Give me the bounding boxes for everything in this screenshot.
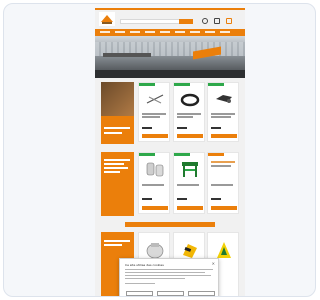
- shop-website: [95, 8, 245, 296]
- cookie-settings-button[interactable]: [126, 291, 153, 296]
- category-products-section: [101, 152, 239, 216]
- product-title: [211, 161, 235, 163]
- nav-item[interactable]: [220, 31, 230, 33]
- cookie-text: [125, 275, 211, 277]
- status-badge: [208, 83, 224, 86]
- promo-text: [104, 159, 130, 161]
- add-to-cart-button[interactable]: [142, 206, 168, 210]
- product-image: [216, 95, 232, 103]
- cart-icon[interactable]: [226, 18, 232, 24]
- status-badge: [139, 153, 155, 156]
- product-title: [211, 165, 231, 167]
- add-to-cart-button[interactable]: [177, 134, 203, 138]
- promo-button[interactable]: [104, 132, 122, 134]
- screenshot-frame: Ce site utilise des cookies ✕: [3, 3, 316, 297]
- promo-text: [104, 127, 130, 129]
- product-card[interactable]: [173, 82, 205, 142]
- product-title: [177, 184, 199, 186]
- product-image: [146, 94, 164, 104]
- featured-products-section: [101, 82, 239, 144]
- cookie-accept-button[interactable]: [188, 291, 215, 296]
- hero-floor: [95, 70, 245, 78]
- product-card[interactable]: [207, 152, 239, 214]
- add-to-cart-button[interactable]: [211, 134, 237, 138]
- promo-block[interactable]: [101, 152, 134, 216]
- product-card[interactable]: [138, 82, 170, 142]
- store-logo[interactable]: [99, 12, 115, 26]
- nav-item[interactable]: [100, 31, 110, 33]
- product-price: [142, 198, 152, 200]
- product-card[interactable]: [138, 152, 170, 214]
- add-to-cart-button[interactable]: [211, 206, 237, 210]
- heart-icon[interactable]: [214, 18, 220, 24]
- product-price: [177, 198, 187, 200]
- product-card[interactable]: [207, 82, 239, 142]
- product-price: [142, 127, 152, 129]
- view-all-button[interactable]: [125, 222, 215, 227]
- product-title: [177, 113, 201, 115]
- nav-item[interactable]: [175, 31, 185, 33]
- promo-image: [101, 82, 134, 116]
- status-badge: [174, 83, 190, 86]
- cookie-banner: Ce site utilise des cookies ✕: [119, 258, 219, 296]
- product-image: [182, 162, 198, 177]
- status-badge: [174, 153, 190, 156]
- product-title: [211, 184, 233, 186]
- product-title: [211, 113, 235, 115]
- top-accent-bar: [95, 8, 245, 10]
- promo-text: [104, 244, 122, 246]
- cookie-text: [125, 278, 185, 280]
- add-to-cart-button[interactable]: [177, 206, 203, 210]
- product-title: [142, 113, 166, 115]
- product-price: [211, 198, 221, 200]
- cookie-banner-title: Ce site utilise des cookies: [125, 263, 164, 267]
- nav-item[interactable]: [130, 31, 140, 33]
- product-image: [180, 93, 200, 107]
- nav-item[interactable]: [205, 31, 215, 33]
- main-nav: [95, 29, 245, 36]
- cookie-reject-button[interactable]: [157, 291, 184, 296]
- promo-text: [104, 171, 120, 173]
- hero-banner[interactable]: [95, 36, 245, 78]
- product-title: [177, 116, 193, 118]
- user-icon[interactable]: [202, 18, 208, 24]
- nav-item[interactable]: [115, 31, 125, 33]
- product-price: [211, 127, 221, 129]
- product-title: [142, 184, 164, 186]
- promo-text: [104, 240, 130, 242]
- nav-item[interactable]: [145, 31, 155, 33]
- cookie-text: [125, 283, 155, 285]
- nav-item[interactable]: [190, 31, 200, 33]
- product-image: [146, 162, 164, 177]
- status-badge: [139, 83, 155, 86]
- product-price: [177, 127, 187, 129]
- status-badge: [208, 153, 224, 156]
- search-button[interactable]: [179, 19, 193, 24]
- hero-crane: [103, 53, 151, 57]
- product-title: [211, 116, 231, 118]
- promo-block[interactable]: [101, 82, 134, 144]
- cookie-text: [125, 269, 213, 271]
- search-input[interactable]: [120, 19, 186, 24]
- product-card[interactable]: [173, 152, 205, 214]
- close-icon[interactable]: ✕: [212, 261, 215, 266]
- promo-text: [104, 167, 128, 169]
- cookie-text: [125, 272, 205, 274]
- nav-item[interactable]: [160, 31, 170, 33]
- add-to-cart-button[interactable]: [142, 134, 168, 138]
- promo-text: [104, 163, 124, 165]
- product-title: [142, 116, 160, 118]
